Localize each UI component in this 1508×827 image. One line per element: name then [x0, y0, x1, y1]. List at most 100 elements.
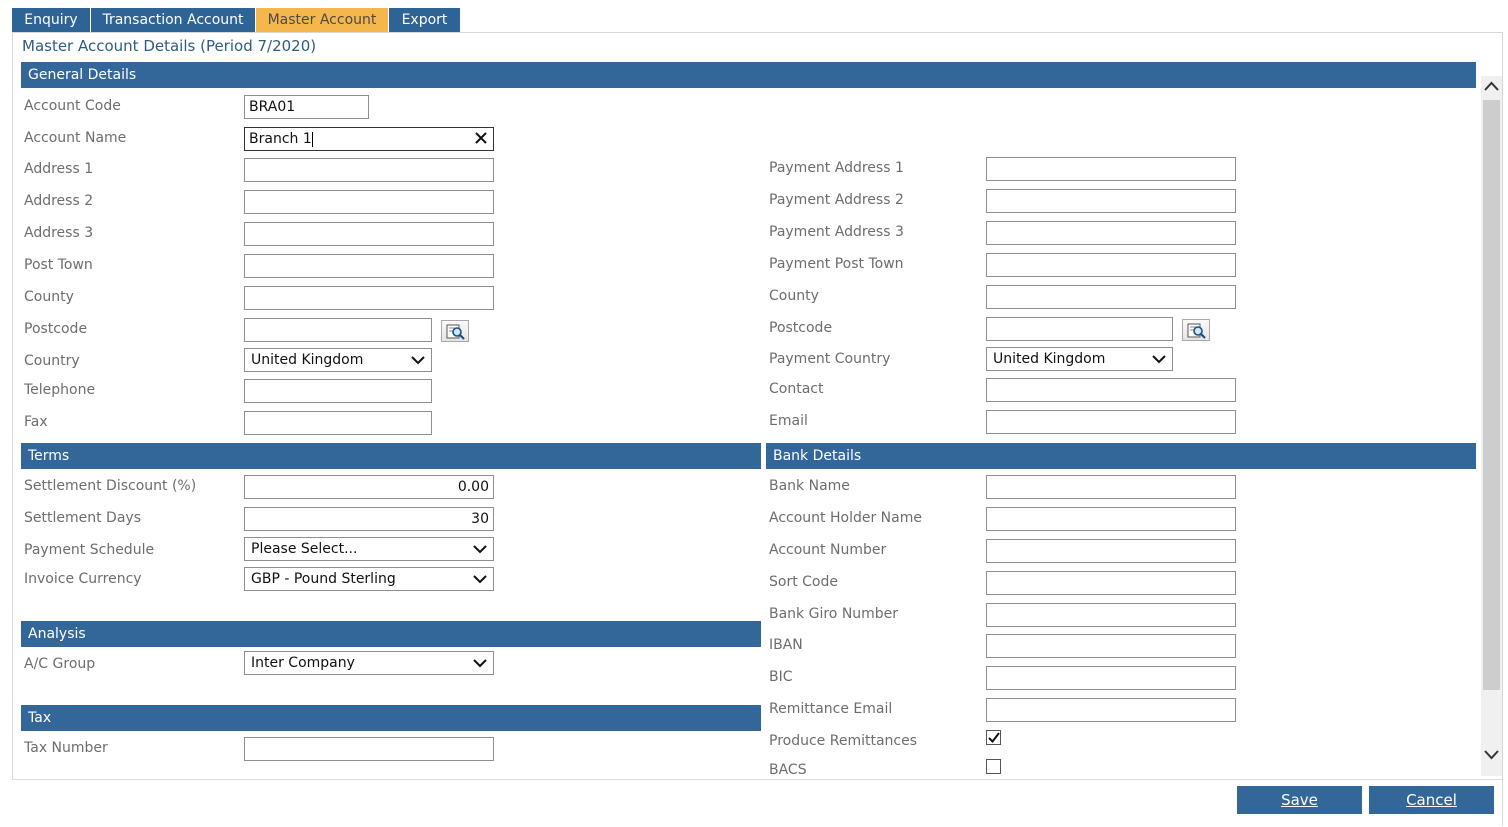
payment-country-select[interactable]: United Kingdom	[986, 347, 1173, 371]
frame-left-border	[12, 32, 13, 826]
address2-label: Address 2	[24, 193, 94, 209]
remittance-email-input[interactable]	[986, 698, 1236, 722]
tab-enquiry[interactable]: Enquiry	[12, 8, 90, 32]
account-name-input[interactable]: Branch 1	[244, 127, 494, 151]
country-value: United Kingdom	[251, 352, 364, 368]
section-terms: Terms	[21, 443, 761, 469]
settlement-discount-label: Settlement Discount (%)	[24, 478, 197, 494]
tax-number-input[interactable]	[244, 737, 494, 761]
chevron-down-icon	[411, 356, 425, 365]
address2-input[interactable]	[244, 190, 494, 214]
account-code-input[interactable]: BRA01	[244, 95, 369, 119]
account-name-value: Branch 1	[249, 131, 312, 147]
county-label: County	[24, 289, 74, 305]
account-name-label: Account Name	[24, 130, 127, 146]
payment-address1-input[interactable]	[986, 157, 1236, 181]
frame-top-border	[12, 32, 1502, 33]
fax-input[interactable]	[244, 411, 432, 435]
payment-address3-input[interactable]	[986, 221, 1236, 245]
payment-post-town-input[interactable]	[986, 253, 1236, 277]
iban-input[interactable]	[986, 634, 1236, 658]
sort-code-input[interactable]	[986, 571, 1236, 595]
close-icon[interactable]	[474, 131, 488, 145]
invoice-currency-value: GBP - Pound Sterling	[251, 571, 396, 587]
bank-giro-number-input[interactable]	[986, 603, 1236, 627]
payment-county-input[interactable]	[986, 285, 1236, 309]
scroll-up-button[interactable]	[1483, 77, 1500, 97]
section-bank-details: Bank Details	[766, 443, 1476, 469]
telephone-label: Telephone	[24, 382, 96, 398]
ac-group-label: A/C Group	[24, 656, 96, 672]
sort-code-label: Sort Code	[769, 574, 838, 590]
bank-name-input[interactable]	[986, 475, 1236, 499]
save-button[interactable]: Save	[1237, 786, 1362, 814]
payment-postcode-lookup-button[interactable]	[1182, 319, 1210, 341]
account-number-input[interactable]	[986, 539, 1236, 563]
payment-postcode-input[interactable]	[986, 317, 1173, 341]
tab-export[interactable]: Export	[389, 8, 460, 32]
country-label: Country	[24, 353, 80, 369]
telephone-input[interactable]	[244, 379, 432, 403]
scroll-down-button[interactable]	[1483, 744, 1500, 764]
iban-label: IBAN	[769, 637, 803, 653]
tax-number-label: Tax Number	[24, 740, 108, 756]
payment-address2-label: Payment Address 2	[769, 192, 904, 208]
post-town-label: Post Town	[24, 257, 93, 273]
post-town-input[interactable]	[244, 254, 494, 278]
invoice-currency-label: Invoice Currency	[24, 571, 142, 587]
fax-label: Fax	[24, 414, 48, 430]
postcode-input[interactable]	[244, 318, 432, 342]
produce-remittances-label: Produce Remittances	[769, 733, 918, 749]
payment-address3-label: Payment Address 3	[769, 224, 904, 240]
account-number-label: Account Number	[769, 542, 887, 558]
ac-group-select[interactable]: Inter Company	[244, 651, 494, 675]
postcode-lookup-button[interactable]	[441, 320, 469, 342]
address3-input[interactable]	[244, 222, 494, 246]
account-holder-name-input[interactable]	[986, 507, 1236, 531]
settlement-days-input[interactable]: 30	[244, 507, 494, 531]
payment-schedule-label: Payment Schedule	[24, 542, 155, 558]
payment-country-value: United Kingdom	[993, 351, 1106, 367]
tab-transaction-account[interactable]: Transaction Account	[91, 8, 255, 32]
chevron-down-icon	[1152, 355, 1166, 364]
checkmark-icon	[988, 732, 1000, 744]
bic-input[interactable]	[986, 666, 1236, 690]
settlement-discount-input[interactable]: 0.00	[244, 475, 494, 499]
postcode-label: Postcode	[24, 321, 88, 337]
county-input[interactable]	[244, 286, 494, 310]
payment-schedule-value: Please Select...	[251, 541, 358, 557]
bacs-checkbox[interactable]	[986, 759, 1001, 774]
address1-label: Address 1	[24, 161, 94, 177]
cancel-button[interactable]: Cancel	[1369, 786, 1494, 814]
invoice-currency-select[interactable]: GBP - Pound Sterling	[244, 567, 494, 591]
address3-label: Address 3	[24, 225, 94, 241]
contact-input[interactable]	[986, 378, 1236, 402]
bic-label: BIC	[769, 669, 793, 685]
produce-remittances-checkbox[interactable]	[986, 730, 1001, 745]
payment-address2-input[interactable]	[986, 189, 1236, 213]
text-cursor	[311, 131, 313, 147]
email-input[interactable]	[986, 410, 1236, 434]
address1-input[interactable]	[244, 158, 494, 182]
chevron-down-icon	[1484, 750, 1499, 760]
frame-right-border	[1502, 32, 1503, 826]
chevron-down-icon	[473, 659, 487, 668]
section-tax: Tax	[21, 705, 761, 731]
bank-name-label: Bank Name	[769, 478, 850, 494]
tab-master-account[interactable]: Master Account	[256, 8, 388, 32]
settlement-days-label: Settlement Days	[24, 510, 141, 526]
country-select[interactable]: United Kingdom	[244, 348, 432, 372]
payment-schedule-select[interactable]: Please Select...	[244, 537, 494, 561]
section-analysis: Analysis	[21, 621, 761, 647]
page-title: Master Account Details (Period 7/2020)	[22, 37, 317, 55]
chevron-up-icon	[1484, 81, 1499, 91]
email-label: Email	[769, 413, 808, 429]
chevron-down-icon	[473, 545, 487, 554]
section-general-details: General Details	[21, 62, 1476, 88]
scrollbar-thumb[interactable]	[1483, 100, 1500, 690]
account-code-label: Account Code	[24, 98, 121, 114]
bacs-label: BACS	[769, 762, 807, 778]
payment-address1-label: Payment Address 1	[769, 160, 904, 176]
bank-giro-number-label: Bank Giro Number	[769, 606, 899, 622]
payment-country-label: Payment Country	[769, 351, 891, 367]
